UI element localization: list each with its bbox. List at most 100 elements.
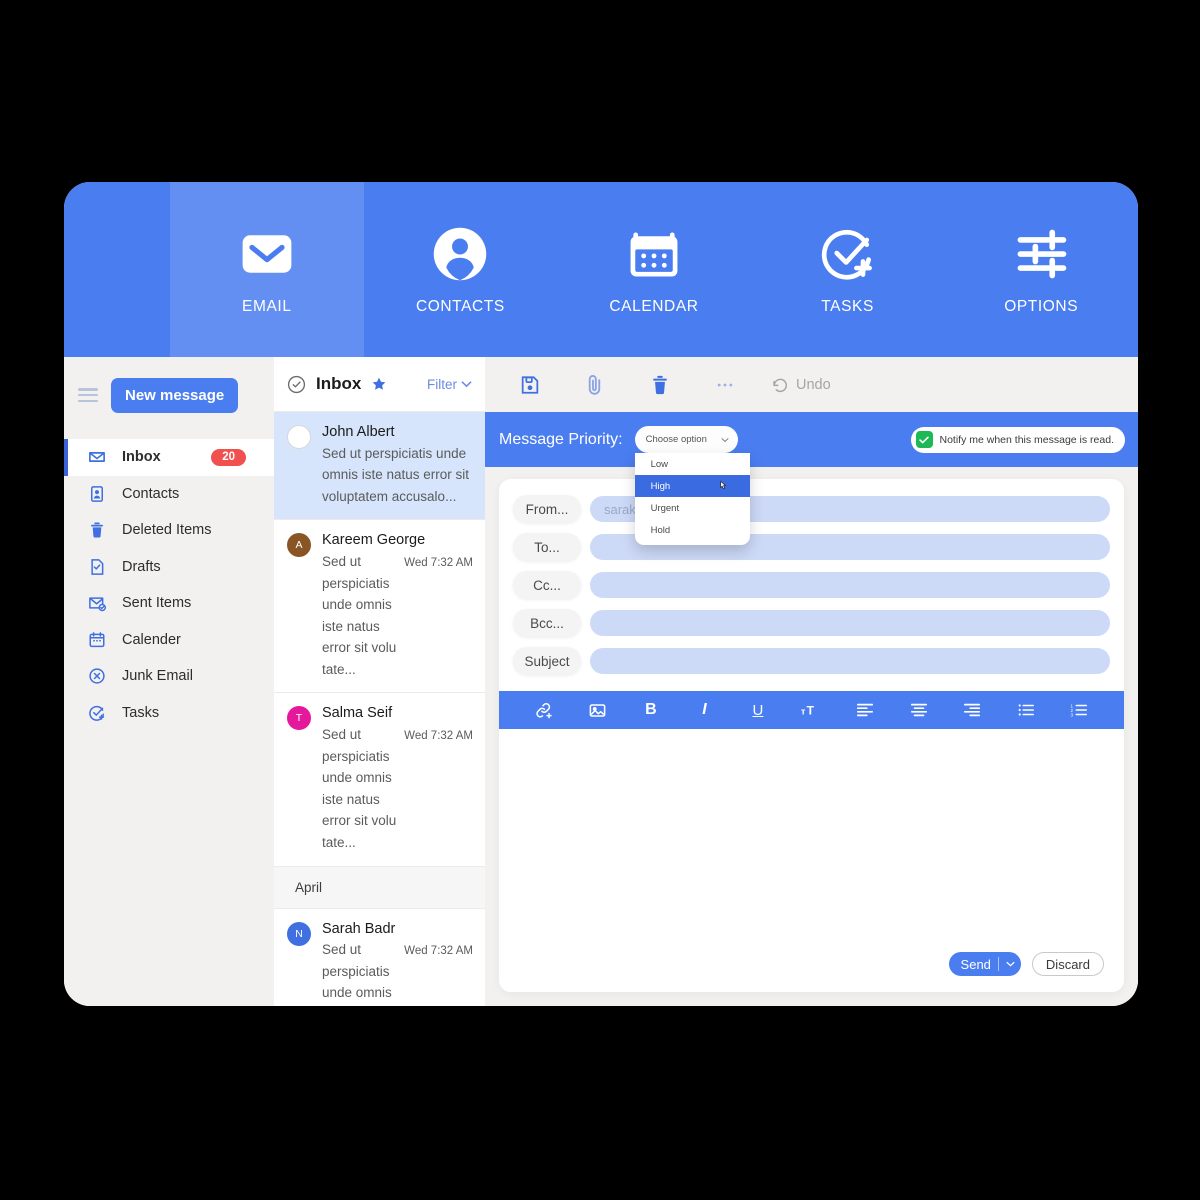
sidebar-label-calender: Calender [122, 631, 181, 648]
field-row-cc: Cc... [513, 571, 1110, 599]
new-message-button[interactable]: New message [111, 377, 239, 413]
priority-option-high[interactable]: High [634, 475, 750, 497]
sidebar-label-junk-email: Junk Email [122, 668, 193, 685]
sliders-icon [1011, 224, 1071, 284]
table-row[interactable]: John Albert Sed ut perspiciatis unde omn… [274, 412, 485, 521]
priority-option-hold[interactable]: Hold [635, 519, 750, 541]
check-icon [915, 431, 933, 448]
priority-select[interactable]: Choose option [634, 426, 738, 453]
folder-list: Inbox 20 Contacts Deleted Items Drafts S… [64, 439, 274, 731]
insert-link-button[interactable] [517, 701, 571, 720]
insert-image-button[interactable] [571, 701, 625, 720]
filter-label: Filter [427, 376, 457, 392]
bold-button[interactable]: B [624, 701, 678, 719]
discard-button[interactable]: Discard [1031, 952, 1104, 976]
bcc-field[interactable] [590, 610, 1110, 636]
star-icon[interactable] [371, 376, 387, 392]
inbox-unread-badge: 20 [211, 448, 246, 466]
envelope-icon [237, 224, 297, 284]
sidebar-item-tasks[interactable]: Tasks [64, 695, 274, 732]
work-area: New message Inbox 20 Contacts Deleted It… [64, 357, 1138, 1006]
filter-button[interactable]: Filter [427, 377, 472, 392]
priority-option-urgent[interactable]: Urgent [635, 497, 750, 519]
cc-field[interactable] [590, 572, 1110, 598]
hamburger-icon[interactable] [78, 388, 98, 402]
font-size-button[interactable]: тT [785, 702, 839, 719]
email-app-window: EMAIL CONTACTS CALENDAR TASKS OPTIONS Ne… [64, 182, 1138, 1006]
table-row[interactable]: A Kareem George Sed ut perspiciatis unde… [274, 520, 485, 694]
field-row-to: To... [513, 533, 1110, 561]
table-row[interactable]: N Sarah Badr Sed ut perspiciatis unde om… [274, 908, 485, 1006]
mail-preview-row: Sed ut perspiciatis unde omnis iste natu… [322, 939, 473, 1006]
mail-sender: John Albert [322, 424, 395, 440]
subject-field[interactable] [590, 648, 1110, 674]
to-label: To... [513, 533, 581, 561]
bcc-label: Bcc... [513, 609, 581, 637]
italic-button[interactable]: I [678, 701, 732, 719]
top-navigation-bar: EMAIL CONTACTS CALENDAR TASKS OPTIONS [64, 182, 1138, 357]
sidebar-item-calender[interactable]: Calender [64, 622, 274, 659]
attach-button[interactable] [562, 373, 627, 396]
priority-option-high-label: High [650, 480, 671, 492]
message-body-editor[interactable] [499, 729, 1124, 952]
cc-label: Cc... [513, 571, 581, 599]
circle-x-icon [88, 667, 106, 685]
mail-preview: Sed ut perspiciatis unde omnis iste natu… [322, 942, 392, 1001]
mail-content: John Albert Sed ut perspiciatis unde omn… [322, 423, 473, 507]
mail-content: Salma Seif Sed ut perspiciatis unde omni… [322, 704, 473, 853]
align-center-button[interactable] [892, 702, 946, 718]
avatar [287, 425, 311, 449]
sidebar-item-sent-items[interactable]: Sent Items [64, 585, 274, 622]
draft-file-icon [88, 558, 106, 576]
sidebar-item-drafts[interactable]: Drafts [64, 549, 274, 586]
contact-card-icon [88, 485, 106, 503]
undo-button[interactable]: Undo [771, 376, 831, 394]
nav-item-email[interactable]: EMAIL [170, 182, 364, 357]
sidebar-item-inbox[interactable]: Inbox 20 [64, 439, 274, 476]
avatar: T [287, 706, 311, 731]
sidebar-label-sent-items: Sent Items [122, 595, 192, 612]
chevron-down-icon [721, 437, 729, 443]
more-options-button[interactable] [692, 375, 757, 395]
mail-preview: Sed ut perspiciatis unde omnis iste natu… [322, 445, 470, 504]
task-check-plus-icon [818, 224, 878, 284]
priority-dropdown-menu: Low High Urgent Hold [634, 453, 750, 545]
circle-check-icon[interactable] [287, 375, 306, 394]
mail-preview: Sed ut perspiciatis unde omnis iste natu… [322, 727, 397, 850]
from-label: From... [513, 495, 581, 523]
priority-select-value: Choose option [645, 434, 707, 445]
sidebar-item-deleted-items[interactable]: Deleted Items [64, 512, 274, 549]
notify-when-read-checkbox[interactable]: Notify me when this message is read. [910, 426, 1125, 453]
message-list-scroll[interactable]: John Albert Sed ut perspiciatis unde omn… [274, 412, 485, 1006]
nav-label-contacts: CONTACTS [415, 297, 505, 315]
align-left-button[interactable] [838, 702, 892, 718]
sidebar-label-deleted-items: Deleted Items [122, 522, 212, 539]
notify-label: Notify me when this message is read. [939, 433, 1115, 446]
field-row-from: From... sarakae [513, 495, 1110, 523]
nav-item-tasks[interactable]: TASKS [751, 182, 945, 357]
nav-left-spacer [64, 182, 170, 357]
nav-item-calendar[interactable]: CALENDAR [557, 182, 751, 357]
compose-pane: Undo Message Priority: Choose option Low [485, 357, 1138, 1006]
save-button[interactable] [497, 374, 562, 396]
envelope-icon [88, 448, 106, 466]
align-right-button[interactable] [945, 702, 999, 718]
compose-card: From... sarakae To... Cc... Bcc... Subje… [499, 479, 1124, 992]
calendar-icon [88, 631, 106, 649]
sidebar-item-contacts[interactable]: Contacts [64, 476, 274, 513]
field-row-subject: Subject [513, 647, 1110, 675]
nav-item-options[interactable]: OPTIONS [944, 182, 1138, 357]
underline-button[interactable]: U [731, 702, 785, 719]
delete-button[interactable] [627, 374, 692, 396]
bullet-list-button[interactable] [999, 702, 1053, 718]
send-divider [997, 957, 999, 971]
mail-timestamp: Wed 7:32 AM [404, 945, 473, 958]
undo-label: Undo [796, 376, 831, 393]
priority-option-low[interactable]: Low [635, 453, 750, 475]
nav-item-contacts[interactable]: CONTACTS [364, 182, 558, 357]
table-row[interactable]: T Salma Seif Sed ut perspiciatis unde om… [274, 693, 485, 867]
sidebar-item-junk-email[interactable]: Junk Email [64, 658, 274, 695]
numbered-list-button[interactable]: 123 [1052, 702, 1106, 718]
send-button[interactable]: Send [948, 952, 1021, 976]
message-list-panel: Inbox Filter John Albert Sed ut perspici… [274, 357, 485, 1006]
